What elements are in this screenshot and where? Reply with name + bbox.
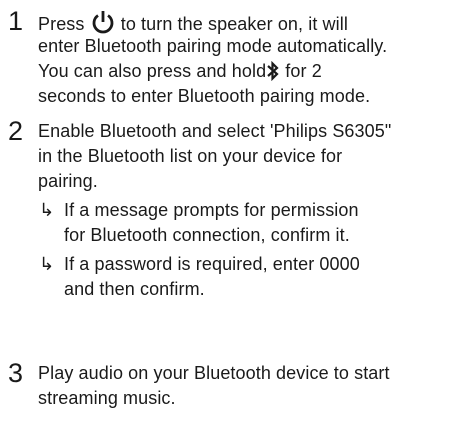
step-number: 1 [8,6,24,36]
step-2-line-2: in the Bluetooth list on your device for [38,146,343,166]
step-1-line-2: enter Bluetooth pairing mode automatical… [38,36,388,56]
step-text: Press [38,14,90,34]
step-number: 2 [8,116,24,146]
step-2-line-3: pairing. [38,171,98,191]
arrow-icon: ↳ [39,254,55,274]
bluetooth-icon [266,60,280,86]
sub-item-2-line-1: If a password is required, enter 0000 [64,254,360,274]
step-1-line-3: You can also press and hold for 2 [38,60,322,86]
step-number: 3 [8,358,24,388]
step-text: for 2 [280,61,322,81]
sub-item-1-line-2: for Bluetooth connection, confirm it. [64,225,350,245]
step-1-line-4: seconds to enter Bluetooth pairing mode. [38,86,371,106]
sub-item-1-line-1: If a message prompts for permission [64,200,359,220]
arrow-icon: ↳ [39,200,55,220]
step-text: You can also press and hold [38,61,267,81]
step-3-line-1: Play audio on your Bluetooth device to s… [38,363,390,383]
sub-item-2-line-2: and then confirm. [64,279,205,299]
step-text: to turn the speaker on, it will [115,14,348,34]
step-3-line-2: streaming music. [38,388,176,408]
instruction-list: 1 Press to turn the speaker on, it will … [0,0,464,423]
step-2-line-1: Enable Bluetooth and select 'Philips S63… [38,121,392,141]
